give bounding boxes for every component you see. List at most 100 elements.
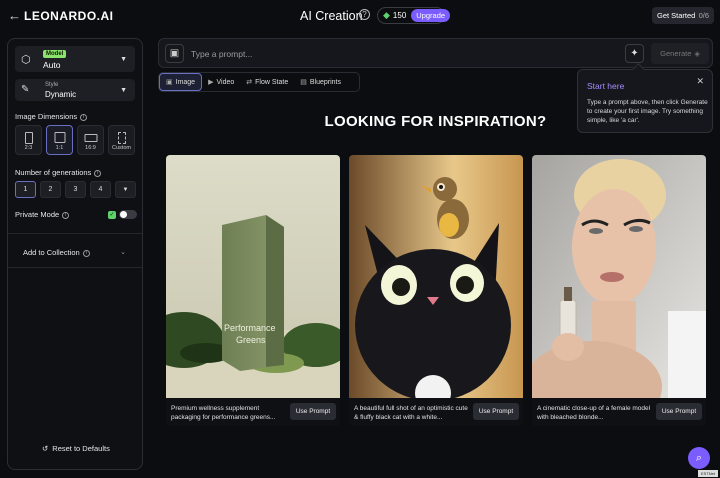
generation-more-dropdown[interactable]: ▼ [115, 181, 136, 198]
generation-option-3[interactable]: 3 [65, 181, 86, 198]
upgrade-button[interactable]: Upgrade [411, 9, 451, 22]
prompt-bar: ▣ ✦ Generate ◈ [158, 38, 713, 68]
greens-package-image: Performance Greens [166, 155, 340, 398]
sparkle-icon[interactable]: ✦ [625, 44, 644, 63]
generation-count-options: 1 2 3 4 ▼ [15, 181, 136, 198]
info-icon[interactable]: i [62, 211, 70, 219]
divider [8, 233, 142, 234]
card-caption: Premium wellness supplement packaging fo… [166, 398, 340, 426]
style-value: Dynamic [45, 90, 77, 99]
generate-label: Generate [660, 49, 692, 58]
style-icon: ✎ [21, 84, 30, 95]
reset-icon: ↺ [42, 444, 49, 453]
chevron-down-icon[interactable]: ⌄ [120, 248, 126, 256]
image-upload-icon[interactable]: ▣ [165, 44, 184, 63]
get-started-button[interactable]: Get Started 0/6 [652, 7, 714, 24]
card-caption: A beautiful full shot of an optimistic c… [349, 398, 523, 426]
page-title: AI Creation [300, 9, 363, 23]
mode-tabs: ▣ Image ▶ Video ⇄ Flow State ▤ Blueprints [158, 72, 360, 92]
use-prompt-button[interactable]: Use Prompt [656, 403, 702, 420]
use-prompt-button[interactable]: Use Prompt [290, 403, 336, 420]
portrait-shape-icon [24, 132, 33, 144]
dimension-option-16-9[interactable]: 16:9 [77, 125, 104, 155]
dimension-label: 16:9 [85, 145, 96, 151]
get-started-progress: 0/6 [698, 11, 709, 20]
upgrade-label: Upgrade [416, 11, 446, 20]
tab-blueprints[interactable]: ▤ Blueprints [294, 73, 347, 91]
reset-defaults-button[interactable]: ↺ Reset to Defaults [42, 444, 110, 453]
token-icon: ◈ [694, 50, 700, 58]
card-caption: A cinematic close-up of a female model w… [532, 398, 706, 426]
cat-image [349, 155, 523, 398]
blueprint-icon: ▤ [300, 79, 307, 86]
tab-label: Blueprints [309, 78, 341, 86]
use-prompt-button[interactable]: Use Prompt [473, 403, 519, 420]
dimension-option-2-3[interactable]: 2:3 [15, 125, 42, 155]
arrow-left-icon[interactable]: ← [8, 8, 21, 23]
tab-image[interactable]: ▣ Image [159, 73, 203, 91]
settings-sidebar: ⬡ Model Auto ▼ ✎ Style Dynamic ▼ Image D… [7, 38, 143, 470]
cube-icon: ⬡ [21, 54, 31, 66]
tab-flow-state[interactable]: ⇄ Flow State [240, 73, 294, 91]
get-started-label: Get Started [657, 11, 696, 20]
package-text-performance: Performance [224, 323, 276, 333]
search-fab[interactable]: ⌕ [688, 447, 710, 469]
corner-tag: ESTNet [698, 470, 718, 477]
card-caption-text: A cinematic close-up of a female model w… [537, 405, 651, 421]
generate-button[interactable]: Generate ◈ [651, 43, 709, 64]
search-icon: ⌕ [695, 451, 703, 464]
dimension-option-1-1[interactable]: 1:1 [46, 125, 73, 155]
custom-shape-icon [117, 132, 126, 144]
dimension-option-custom[interactable]: Custom [108, 125, 135, 155]
model-value: Auto [43, 60, 61, 70]
square-shape-icon [54, 132, 65, 143]
image-icon: ▣ [166, 79, 173, 86]
chevron-down-icon: ▼ [120, 87, 127, 94]
chevron-down-icon: ▼ [120, 56, 127, 63]
prompt-input[interactable] [191, 46, 611, 62]
style-select[interactable]: ✎ Style Dynamic ▼ [15, 79, 135, 101]
inspiration-card-cat[interactable]: A beautiful full shot of an optimistic c… [349, 155, 523, 426]
question-circle-icon[interactable]: ? [359, 9, 370, 20]
generations-heading: Number of generations i [15, 168, 102, 177]
style-label: Style [45, 82, 59, 88]
card-caption-text: A beautiful full shot of an optimistic c… [354, 405, 468, 421]
info-icon[interactable]: i [80, 113, 88, 121]
lock-icon: ✓ [108, 210, 116, 219]
chevron-down-icon: ▼ [122, 186, 129, 193]
divider [8, 267, 142, 268]
token-icon: ◆ [383, 10, 390, 20]
inspiration-heading: LOOKING FOR INSPIRATION? [324, 113, 547, 130]
private-mode-toggle[interactable] [119, 210, 137, 219]
dimension-label: 2:3 [24, 145, 33, 151]
card-caption-text: Premium wellness supplement packaging fo… [171, 405, 276, 421]
video-icon: ▶ [208, 79, 214, 86]
generation-option-1[interactable]: 1 [15, 181, 36, 198]
token-count: 150 [392, 11, 407, 20]
add-to-collection[interactable]: Add to Collection i [23, 248, 90, 257]
private-mode-controls: ✓ [108, 210, 137, 219]
info-icon[interactable]: i [94, 169, 102, 177]
info-icon[interactable]: i [82, 249, 90, 257]
tab-video[interactable]: ▶ Video [202, 73, 240, 91]
close-icon[interactable]: ✕ [696, 76, 704, 87]
package-text-greens: Greens [236, 335, 266, 345]
flow-icon: ⇄ [246, 79, 253, 86]
add-to-collection-label: Add to Collection [23, 248, 80, 257]
inspiration-card-model[interactable]: A cinematic close-up of a female model w… [532, 155, 706, 426]
private-mode-heading: Private Mode i [15, 210, 70, 219]
tab-label: Flow State [255, 78, 289, 86]
dimension-options: 2:3 1:1 16:9 Custom [15, 125, 137, 155]
model-portrait-image [532, 155, 706, 398]
landscape-shape-icon [84, 134, 97, 142]
model-badge: Model [43, 50, 67, 58]
inspiration-card-greens[interactable]: Performance Greens Premium wellness supp… [166, 155, 340, 426]
dimension-label: 1:1 [55, 145, 64, 151]
model-select[interactable]: ⬡ Model Auto ▼ [15, 46, 135, 72]
token-balance[interactable]: ◆ 150 Upgrade [377, 7, 451, 24]
generation-option-4[interactable]: 4 [90, 181, 111, 198]
brand-logo[interactable]: LEONARDO.AI [24, 9, 114, 23]
tab-label: Video [216, 78, 235, 86]
generation-option-2[interactable]: 2 [40, 181, 61, 198]
top-bar: ← LEONARDO.AI AI Creation ? ◆ 150 Upgrad… [0, 0, 720, 32]
